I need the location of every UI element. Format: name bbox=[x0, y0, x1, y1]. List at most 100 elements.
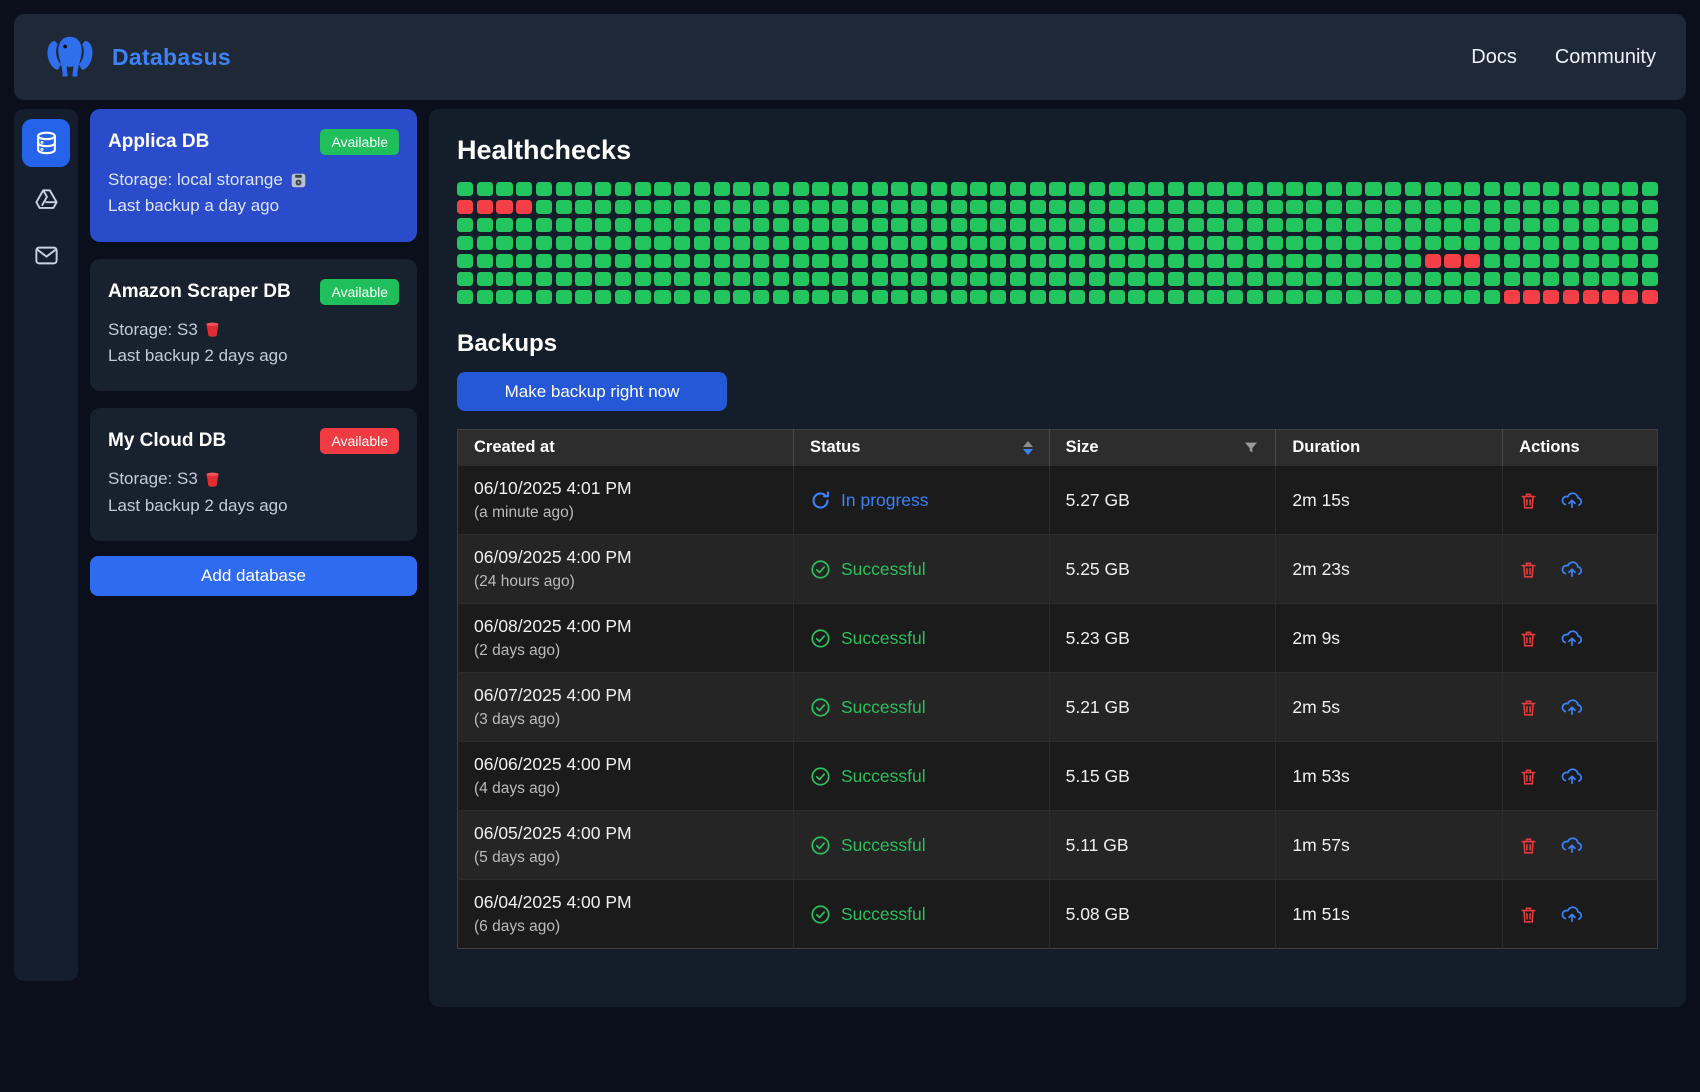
delete-backup-button[interactable] bbox=[1519, 559, 1538, 580]
healthcheck-cell bbox=[1069, 272, 1086, 286]
healthcheck-cell bbox=[674, 290, 691, 304]
healthcheck-cell bbox=[1286, 218, 1303, 232]
restore-backup-button[interactable] bbox=[1560, 904, 1584, 925]
healthcheck-cell bbox=[476, 290, 493, 304]
healthcheck-cell bbox=[496, 290, 513, 304]
filter-icon[interactable] bbox=[1243, 440, 1259, 456]
healthcheck-cell bbox=[1424, 182, 1441, 196]
restore-backup-button[interactable] bbox=[1560, 490, 1584, 511]
healthcheck-cell bbox=[555, 182, 572, 196]
delete-backup-button[interactable] bbox=[1519, 697, 1538, 718]
status-cell: Successful bbox=[793, 810, 1050, 880]
healthcheck-cell bbox=[535, 182, 553, 196]
healthcheck-cell bbox=[496, 272, 513, 286]
database-name: Amazon Scraper DB bbox=[108, 280, 291, 302]
healthcheck-cell bbox=[851, 290, 869, 304]
healthcheck-cell bbox=[1345, 290, 1362, 304]
delete-backup-button[interactable] bbox=[1519, 766, 1538, 787]
sort-icon[interactable] bbox=[1022, 440, 1033, 455]
healthcheck-cell bbox=[851, 236, 869, 250]
healthcheck-cell bbox=[1049, 290, 1066, 304]
healthcheck-cell bbox=[832, 182, 849, 196]
duration-cell: 2m 15s bbox=[1275, 465, 1504, 535]
healthcheck-cell bbox=[1404, 272, 1422, 286]
duration-cell: 1m 57s bbox=[1275, 810, 1504, 880]
sidebar-item-notifications[interactable] bbox=[22, 231, 70, 279]
healthcheck-cell bbox=[1009, 272, 1027, 286]
backup-row: 06/05/2025 4:00 PM (5 days ago) Successful… bbox=[457, 810, 1658, 880]
healthcheck-cell bbox=[1641, 182, 1658, 196]
delete-backup-button[interactable] bbox=[1519, 904, 1538, 925]
sidebar-item-databases[interactable] bbox=[22, 119, 70, 167]
healthcheck-cell bbox=[1207, 182, 1224, 196]
s3-icon bbox=[206, 472, 219, 487]
add-database-button[interactable]: Add database bbox=[90, 556, 417, 597]
actions-cell bbox=[1502, 741, 1658, 811]
s3-icon bbox=[206, 322, 219, 338]
brand-name: Databasus bbox=[112, 43, 232, 70]
healthcheck-cell bbox=[476, 272, 493, 286]
healthcheck-cell bbox=[772, 290, 790, 304]
healthcheck-cell bbox=[891, 236, 908, 250]
database-card-my-cloud[interactable]: My Cloud DB Available Storage: S3 Last b… bbox=[90, 408, 417, 542]
healthcheck-cell bbox=[1404, 290, 1422, 304]
database-card-amazon-scraper[interactable]: Amazon Scraper DB Available Storage: S3 … bbox=[90, 258, 417, 392]
healthcheck-cell bbox=[1622, 182, 1639, 196]
healthcheck-cell bbox=[871, 182, 888, 196]
trash-icon bbox=[1521, 769, 1536, 785]
restore-backup-button[interactable] bbox=[1560, 559, 1584, 580]
healthcheck-cell bbox=[674, 254, 691, 268]
healthcheck-cell bbox=[1483, 290, 1501, 304]
healthcheck-cell bbox=[1424, 254, 1441, 268]
healthcheck-cell bbox=[871, 290, 888, 304]
healthcheck-cell bbox=[1167, 272, 1185, 286]
database-card-applica[interactable]: Applica DB Available Storage: local stor… bbox=[90, 109, 417, 242]
nav-community-link[interactable]: Community bbox=[1555, 46, 1656, 69]
healthcheck-cell bbox=[693, 254, 711, 268]
healthcheck-cell bbox=[871, 236, 888, 250]
healthcheck-cell bbox=[792, 200, 809, 214]
backup-relative-time: (a minute ago) bbox=[474, 504, 574, 521]
healthcheck-cell bbox=[1562, 218, 1580, 232]
healthcheck-cell bbox=[1622, 236, 1639, 250]
healthcheck-cell bbox=[457, 200, 474, 214]
healthcheck-cell bbox=[1306, 236, 1323, 250]
nav-docs-link[interactable]: Docs bbox=[1471, 46, 1517, 69]
restore-backup-button[interactable] bbox=[1560, 697, 1584, 718]
healthcheck-cell bbox=[634, 236, 651, 250]
healthcheck-cell bbox=[990, 272, 1007, 286]
trash-icon bbox=[1521, 838, 1536, 854]
sidebar-item-storages[interactable] bbox=[22, 175, 70, 223]
healthcheck-cell bbox=[990, 290, 1007, 304]
backup-date: 06/09/2025 4:00 PM bbox=[474, 547, 632, 567]
healthcheck-cell bbox=[753, 254, 770, 268]
column-header-status: Status bbox=[793, 429, 1050, 466]
healthcheck-cell bbox=[1306, 290, 1323, 304]
backups-table: Created at Status Size Duration Actions … bbox=[457, 429, 1658, 949]
restore-backup-button[interactable] bbox=[1560, 835, 1584, 856]
healthcheck-cell bbox=[1523, 272, 1540, 286]
status-label: Successful bbox=[841, 765, 926, 786]
healthcheck-cell bbox=[1029, 236, 1046, 250]
delete-backup-button[interactable] bbox=[1519, 835, 1538, 856]
healthcheck-cell bbox=[457, 272, 474, 286]
restore-backup-button[interactable] bbox=[1560, 766, 1584, 787]
healthcheck-cell bbox=[1345, 182, 1362, 196]
healthcheck-cell bbox=[832, 290, 849, 304]
delete-backup-button[interactable] bbox=[1519, 628, 1538, 649]
main-panel: Healthchecks Backups Make backup right n… bbox=[429, 109, 1686, 1007]
healthcheck-cell bbox=[1325, 182, 1343, 196]
healthcheck-cell bbox=[891, 218, 908, 232]
nav-links: Docs Community bbox=[1471, 46, 1656, 69]
healthcheck-cell bbox=[1049, 236, 1066, 250]
healthcheck-cell bbox=[930, 236, 948, 250]
healthcheck-cell bbox=[1009, 182, 1027, 196]
restore-backup-button[interactable] bbox=[1560, 628, 1584, 649]
healthcheck-cell bbox=[1345, 236, 1362, 250]
column-header-duration: Duration bbox=[1275, 429, 1504, 466]
healthcheck-cell bbox=[457, 236, 474, 250]
delete-backup-button[interactable] bbox=[1519, 490, 1538, 511]
database-icon bbox=[36, 131, 56, 154]
healthcheck-cell bbox=[970, 200, 987, 214]
make-backup-button[interactable]: Make backup right now bbox=[457, 372, 727, 411]
